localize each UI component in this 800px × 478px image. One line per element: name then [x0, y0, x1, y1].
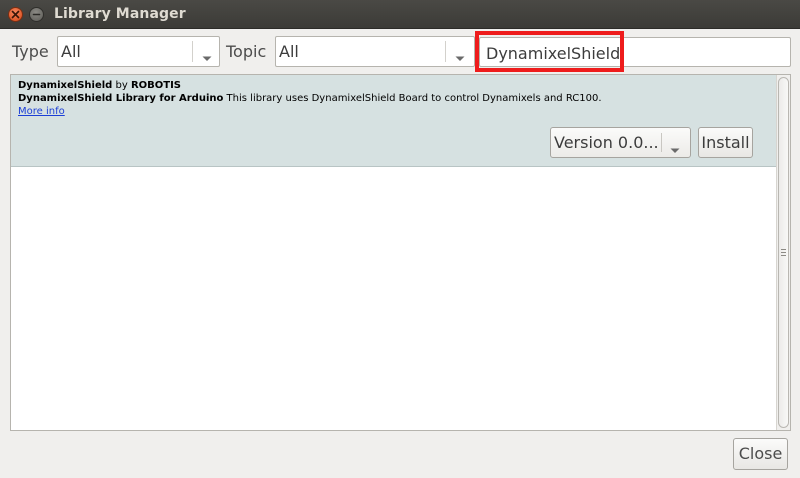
dropdown-divider	[445, 41, 446, 62]
library-list-item[interactable]: DynamixelShield by ROBOTIS DynamixelShie…	[11, 75, 777, 167]
window-title: Library Manager	[54, 6, 186, 22]
library-name: DynamixelShield	[18, 80, 113, 91]
vertical-scrollbar[interactable]	[776, 75, 790, 430]
library-title-line: DynamixelShield by ROBOTIS	[18, 80, 181, 91]
chevron-down-icon[interactable]	[454, 48, 466, 67]
version-dropdown[interactable]: Version 0.0...	[550, 127, 691, 158]
chevron-down-icon[interactable]	[669, 140, 681, 159]
window-close-icon[interactable]	[8, 7, 23, 22]
library-description: This library uses DynamixelShield Board …	[223, 93, 602, 104]
version-dropdown-value: Version 0.0...	[554, 133, 659, 152]
scrollbar-grip-line	[781, 252, 786, 253]
title-bar: Library Manager	[0, 0, 800, 29]
library-sentence: DynamixelShield Library for Arduino	[18, 93, 224, 104]
topic-dropdown-value: All	[279, 42, 299, 61]
close-button[interactable]: Close	[733, 438, 788, 470]
topic-dropdown[interactable]: All	[275, 36, 475, 67]
type-label: Type	[12, 42, 49, 61]
type-dropdown[interactable]: All	[57, 36, 220, 67]
library-list: DynamixelShield by ROBOTIS DynamixelShie…	[10, 74, 791, 431]
library-by: by	[112, 80, 131, 91]
topic-label: Topic	[226, 42, 267, 61]
scrollbar-grip-line	[781, 249, 786, 250]
library-author: ROBOTIS	[130, 80, 182, 91]
more-info-link[interactable]: More info	[18, 106, 65, 117]
library-description-line: DynamixelShield Library for Arduino This…	[18, 93, 602, 104]
search-input[interactable]	[479, 37, 791, 67]
dropdown-divider	[661, 133, 662, 152]
chevron-down-icon[interactable]	[201, 48, 213, 67]
window-minimize-icon[interactable]	[29, 7, 44, 22]
type-dropdown-value: All	[61, 42, 81, 61]
dropdown-divider	[192, 41, 193, 62]
scrollbar-thumb[interactable]	[778, 77, 789, 428]
scrollbar-grip-line	[781, 255, 786, 256]
install-button[interactable]: Install	[698, 127, 753, 158]
